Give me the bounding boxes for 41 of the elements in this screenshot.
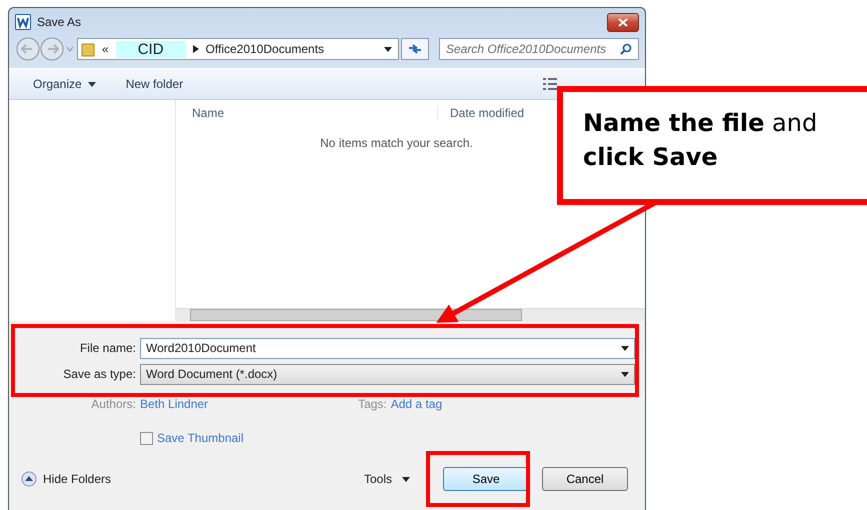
organize-menu[interactable]: Organize xyxy=(33,77,96,91)
column-header[interactable]: Name xyxy=(176,106,438,120)
metadata-link[interactable]: Beth Lindner xyxy=(140,397,208,411)
dropdown-icon[interactable] xyxy=(384,46,392,52)
field-label: File name: xyxy=(78,341,137,355)
search-field[interactable]: Search Office2010Documents xyxy=(439,38,639,60)
horizontal-scrollbar[interactable] xyxy=(176,308,645,321)
view-options-icon[interactable] xyxy=(543,77,559,91)
file-name-field[interactable]: Word2010Document xyxy=(140,338,635,358)
cancel-button[interactable]: Cancel xyxy=(542,467,628,491)
save-button[interactable]: Save xyxy=(443,467,529,491)
callout-text: Name the file and click Save xyxy=(583,108,818,173)
address-bar[interactable]: « CID Office2010Documents xyxy=(77,38,399,60)
document-app-icon xyxy=(15,14,31,30)
caret-icon xyxy=(402,476,410,482)
caret-icon xyxy=(88,82,96,86)
refresh-icon xyxy=(407,42,423,56)
metadata-label: Authors: xyxy=(90,397,137,411)
chevron-icon xyxy=(192,45,199,53)
hide-folders-button[interactable]: Hide Folders xyxy=(21,471,112,487)
field-label: Save as type: xyxy=(62,367,137,381)
file-type-dropdown[interactable]: Word Document (*.docx) xyxy=(140,364,635,384)
metadata-label: Tags: xyxy=(358,397,388,411)
refresh-button[interactable] xyxy=(401,38,429,60)
checkbox-label[interactable]: Save Thumbnail xyxy=(157,431,244,445)
thumbnail-checkbox[interactable] xyxy=(140,432,153,444)
close-button[interactable] xyxy=(607,12,639,32)
new-folder-button[interactable]: New folder xyxy=(126,77,184,91)
column-header[interactable]: Date modified xyxy=(438,106,524,120)
breadcrumb-overflow[interactable]: « xyxy=(102,42,109,56)
tools-menu[interactable]: Tools xyxy=(364,472,410,486)
caret-icon xyxy=(621,372,629,376)
window-title: Save As xyxy=(37,15,82,29)
breadcrumb-item[interactable]: Office2010Documents xyxy=(206,42,324,56)
empty-message: No items match your search. xyxy=(319,136,474,150)
redaction-label: CID xyxy=(116,40,186,58)
close-icon xyxy=(618,18,628,26)
metadata-link[interactable]: Add a tag xyxy=(390,397,442,411)
search-icon xyxy=(620,43,632,55)
caret-icon xyxy=(621,346,629,350)
folder-icon xyxy=(81,41,95,57)
